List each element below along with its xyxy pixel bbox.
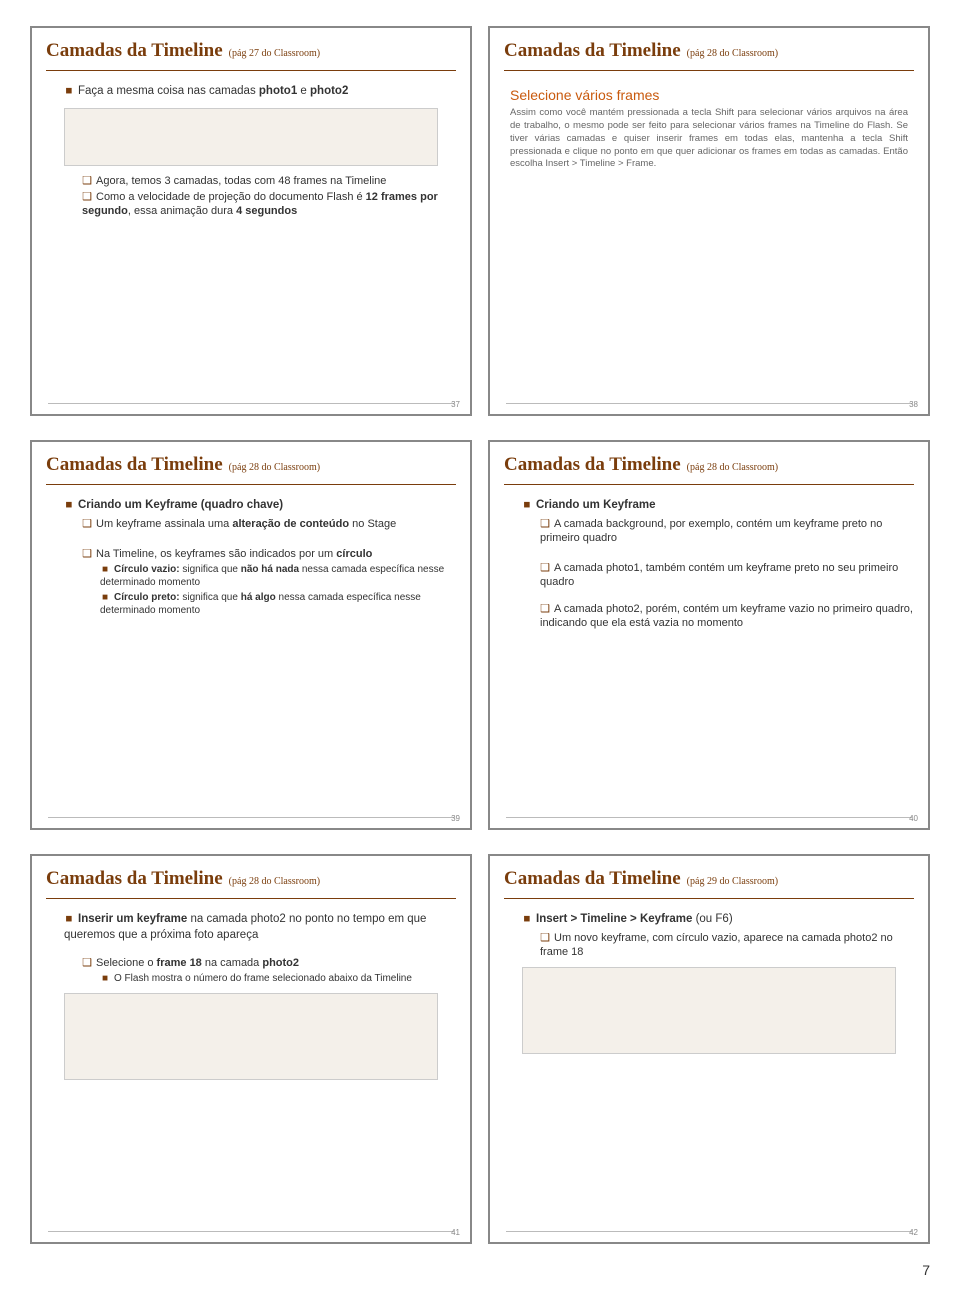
title-sub: (pág 28 do Classroom) xyxy=(229,876,320,887)
bullet-icon: ■ xyxy=(522,498,532,514)
bullet-icon: ❑ xyxy=(540,561,550,575)
slide-title: Camadas da Timeline (pág 28 do Classroom) xyxy=(46,454,456,476)
list-item: ■Círculo vazio: significa que não há nad… xyxy=(100,563,456,589)
title-rule xyxy=(46,898,456,899)
slide-number: 42 xyxy=(909,1228,918,1237)
title-main: Camadas da Timeline xyxy=(504,40,681,62)
title-rule xyxy=(46,484,456,485)
slide-number: 40 xyxy=(909,814,918,823)
list-item: ■O Flash mostra o número do frame seleci… xyxy=(100,972,456,985)
list-item: ■Círculo preto: significa que há algo ne… xyxy=(100,591,456,617)
bullet-icon: ❑ xyxy=(540,602,550,616)
bullet-icon: ❑ xyxy=(82,956,92,970)
slide: Camadas da Timeline (pág 28 do Classroom)… xyxy=(30,440,472,830)
title-sub: (pág 28 do Classroom) xyxy=(687,462,778,473)
slide-number: 39 xyxy=(451,814,460,823)
list-item: ■Criando um Keyframe xyxy=(522,498,914,514)
slide: Camadas da Timeline (pág 28 do Classroom)… xyxy=(30,854,472,1244)
slide-title: Camadas da Timeline (pág 28 do Classroom) xyxy=(504,40,914,62)
bullet-icon: ■ xyxy=(100,972,110,985)
slide-number: 37 xyxy=(451,400,460,409)
slide-content: ■Faça a mesma coisa nas camadas photo1 e… xyxy=(46,81,456,403)
title-rule xyxy=(504,484,914,485)
bullet-icon: ❑ xyxy=(540,517,550,531)
bottom-rule xyxy=(506,817,912,818)
slide: Camadas da Timeline (pág 28 do Classroom)… xyxy=(488,440,930,830)
bullet-icon: ■ xyxy=(100,591,110,604)
bullet-icon: ❑ xyxy=(82,174,92,188)
bottom-rule xyxy=(48,403,454,404)
bullet-icon: ■ xyxy=(64,498,74,514)
screenshot-placeholder xyxy=(64,108,438,166)
list-item: ■Inserir um keyframe na camada photo2 no… xyxy=(64,912,456,943)
slide-title: Camadas da Timeline (pág 29 do Classroom) xyxy=(504,868,914,890)
bottom-rule xyxy=(48,817,454,818)
title-sub: (pág 27 do Classroom) xyxy=(229,48,320,59)
slide-title: Camadas da Timeline (pág 28 do Classroom) xyxy=(46,868,456,890)
title-main: Camadas da Timeline xyxy=(46,40,223,62)
screenshot-placeholder xyxy=(64,993,438,1080)
list-item: ❑Um novo keyframe, com círculo vazio, ap… xyxy=(540,931,914,960)
list-item: ❑Agora, temos 3 camadas, todas com 48 fr… xyxy=(82,174,456,188)
list-item: ❑Selecione o frame 18 na camada photo2 xyxy=(82,956,456,970)
list-item: ❑A camada photo1, também contém um keyfr… xyxy=(540,561,914,590)
book-body: Assim como você mantém pressionada a tec… xyxy=(510,107,908,171)
slide: Camadas da Timeline (pág 28 do Classroom)… xyxy=(488,26,930,416)
bottom-rule xyxy=(506,403,912,404)
bullet-icon: ❑ xyxy=(540,931,550,945)
page-number: 7 xyxy=(0,1254,960,1298)
slide-content: ■Criando um Keyframe ❑A camada background… xyxy=(504,495,914,817)
list-item: ■Faça a mesma coisa nas camadas photo1 e… xyxy=(64,84,456,100)
slide-title: Camadas da Timeline (pág 28 do Classroom) xyxy=(504,454,914,476)
bottom-rule xyxy=(48,1231,454,1232)
slide: Camadas da Timeline (pág 29 do Classroom)… xyxy=(488,854,930,1244)
title-main: Camadas da Timeline xyxy=(46,454,223,476)
list-item: ❑Um keyframe assinala uma alteração de c… xyxy=(82,517,456,531)
bullet-icon: ■ xyxy=(64,912,74,928)
list-item: ❑Na Timeline, os keyframes são indicados… xyxy=(82,547,456,561)
list-item: ❑A camada photo2, porém, contém um keyfr… xyxy=(540,602,914,631)
list-item: ■Criando um Keyframe (quadro chave) xyxy=(64,498,456,514)
title-sub: (pág 28 do Classroom) xyxy=(687,48,778,59)
title-sub: (pág 28 do Classroom) xyxy=(229,462,320,473)
book-heading: Selecione vários frames xyxy=(510,87,914,103)
screenshot-placeholder xyxy=(522,967,896,1054)
bullet-icon: ■ xyxy=(100,563,110,576)
bullet-icon: ❑ xyxy=(82,547,92,561)
slide-number: 38 xyxy=(909,400,918,409)
bullet-icon: ■ xyxy=(522,912,532,928)
slide-number: 41 xyxy=(451,1228,460,1237)
slide-content: ■Inserir um keyframe na camada photo2 no… xyxy=(46,909,456,1231)
slide: Camadas da Timeline (pág 27 do Classroom)… xyxy=(30,26,472,416)
slide-content: ■Criando um Keyframe (quadro chave) ❑Um k… xyxy=(46,495,456,817)
title-rule xyxy=(46,70,456,71)
title-rule xyxy=(504,70,914,71)
title-rule xyxy=(504,898,914,899)
slide-content: Selecione vários frames Assim como você m… xyxy=(504,81,914,403)
bullet-icon: ■ xyxy=(64,84,74,100)
list-item: ❑A camada background, por exemplo, conté… xyxy=(540,517,914,546)
list-item: ■Insert > Timeline > Keyframe (ou F6) xyxy=(522,912,914,928)
list-item: ❑Como a velocidade de projeção do docume… xyxy=(82,190,456,219)
bullet-icon: ❑ xyxy=(82,517,92,531)
bullet-icon: ❑ xyxy=(82,190,92,204)
bottom-rule xyxy=(506,1231,912,1232)
slide-title: Camadas da Timeline (pág 27 do Classroom) xyxy=(46,40,456,62)
title-sub: (pág 29 do Classroom) xyxy=(687,876,778,887)
title-main: Camadas da Timeline xyxy=(504,454,681,476)
title-main: Camadas da Timeline xyxy=(46,868,223,890)
slide-content: ■Insert > Timeline > Keyframe (ou F6) ❑Um… xyxy=(504,909,914,1231)
title-main: Camadas da Timeline xyxy=(504,868,681,890)
